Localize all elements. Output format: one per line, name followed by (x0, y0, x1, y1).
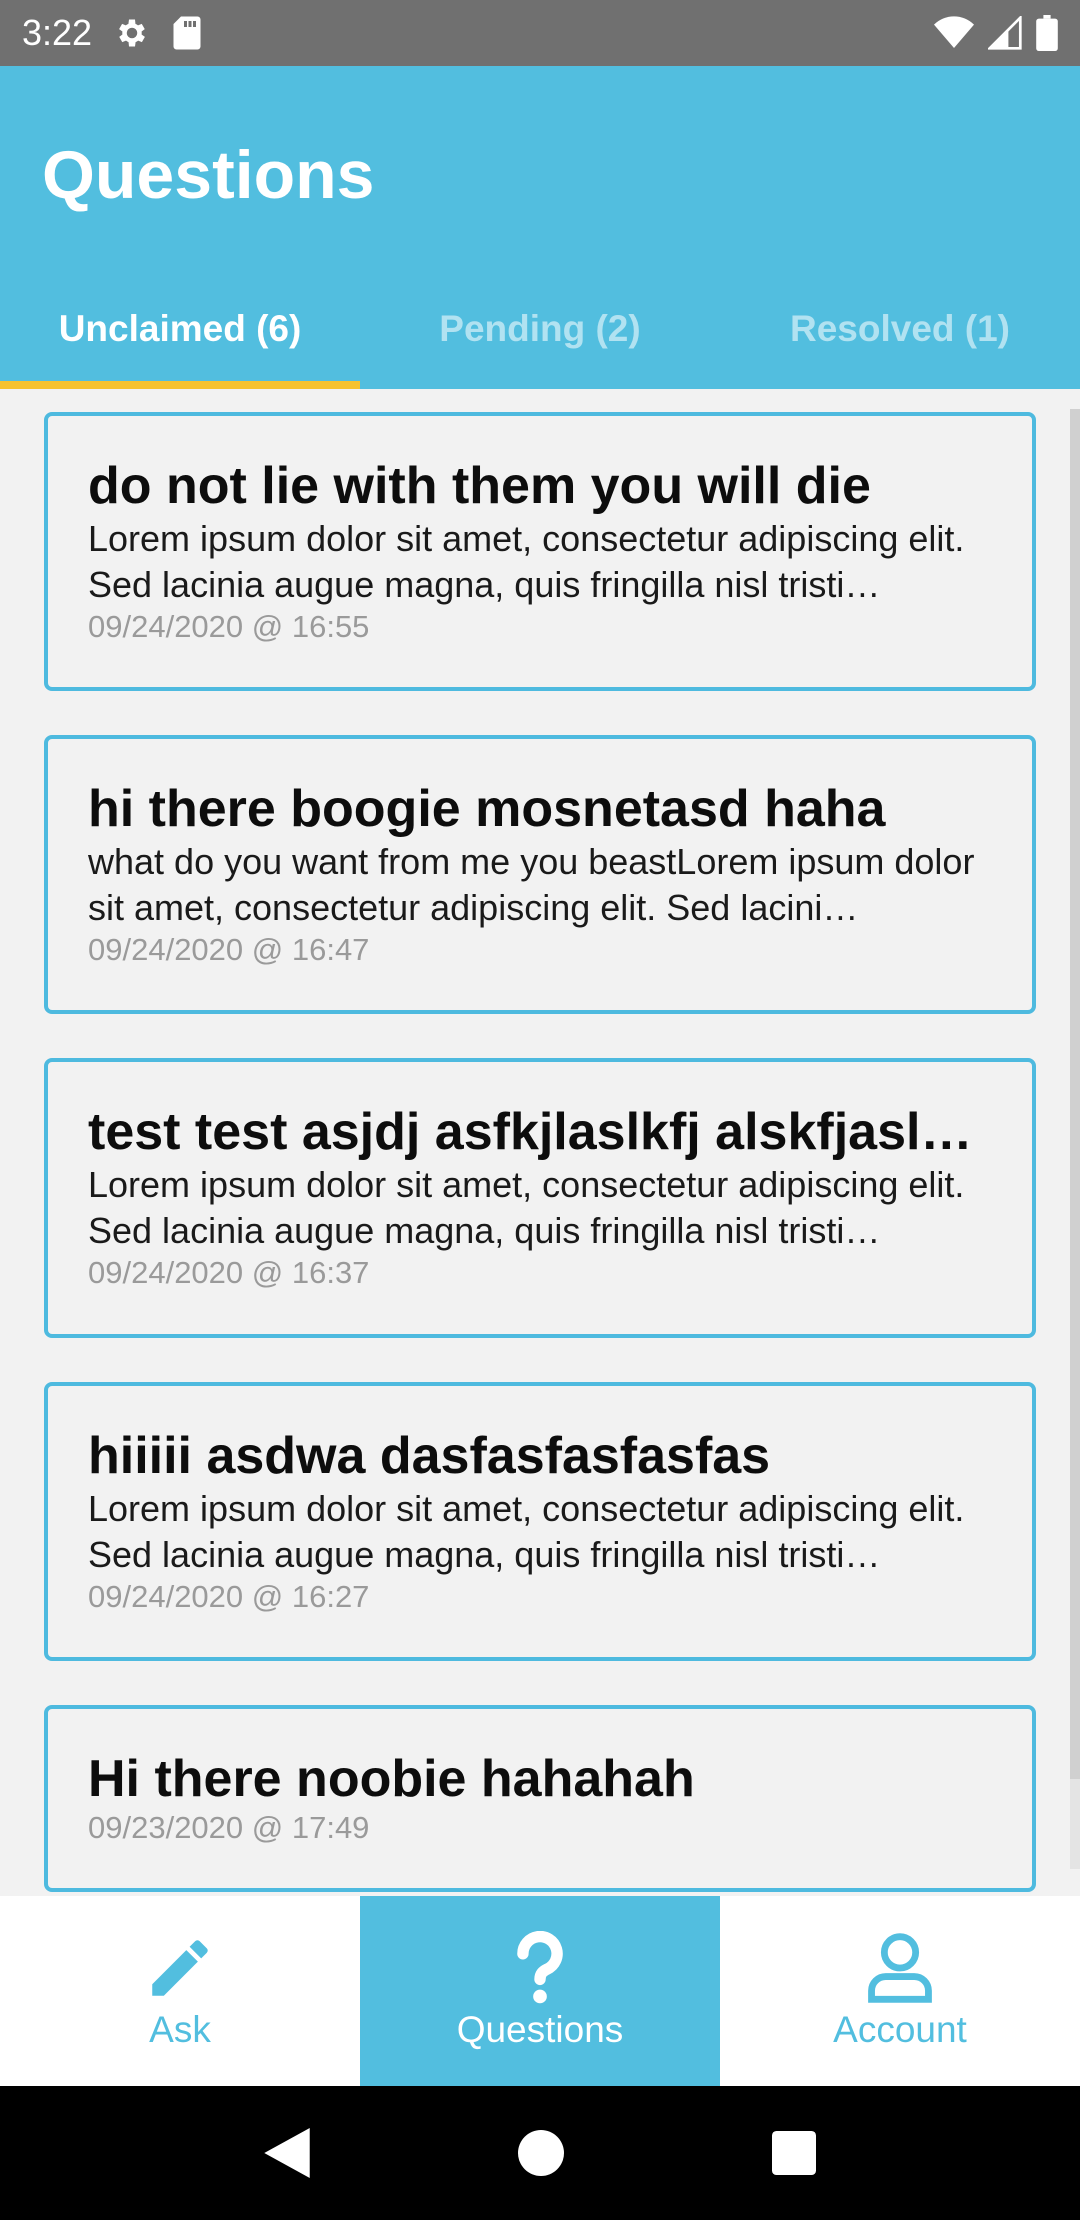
nav-label: Ask (149, 2009, 211, 2050)
question-date: 09/24/2020 @ 16:55 (88, 609, 370, 644)
tab-unclaimed[interactable]: Unclaimed (6) (0, 274, 360, 389)
tab-label: Resolved (1) (789, 308, 1010, 349)
question-icon (505, 1931, 575, 2009)
question-list[interactable]: do not lie with them you will die Lorem … (0, 389, 1080, 1896)
question-card[interactable]: do not lie with them you will die Lorem … (44, 412, 1036, 691)
tab-pending[interactable]: Pending (2) (360, 274, 720, 389)
question-card[interactable]: hiiiii asdwa dasfasfasfasfas Lorem ipsum… (44, 1382, 1036, 1661)
question-body: what do you want from me you beastLorem … (88, 841, 975, 928)
pencil-icon (143, 1931, 217, 2009)
question-title: do not lie with them you will die (88, 457, 871, 515)
tab-bar: Unclaimed (6) Pending (2) Resolved (1) (0, 274, 1080, 389)
page-title: Questions (42, 137, 375, 213)
sd-card-icon (172, 15, 202, 51)
nav-ask[interactable]: Ask (0, 1896, 360, 2086)
question-body: Lorem ipsum dolor sit amet, consectetur … (88, 1164, 965, 1251)
question-date: 09/24/2020 @ 16:37 (88, 1255, 370, 1290)
question-title: hiiiii asdwa dasfasfasfasfas (88, 1427, 771, 1485)
recents-icon[interactable] (772, 2131, 816, 2175)
question-date: 09/24/2020 @ 16:27 (88, 1579, 370, 1614)
question-title: hi there boogie mosnetasd haha (88, 780, 886, 838)
wifi-icon (934, 16, 974, 50)
question-card[interactable]: test test asjdj asfkjlaslkfj alskfjasl… … (44, 1058, 1036, 1338)
question-body: Lorem ipsum dolor sit amet, consectetur … (88, 1488, 965, 1575)
home-icon[interactable] (518, 2130, 564, 2176)
question-body: Lorem ipsum dolor sit amet, consectetur … (88, 518, 965, 605)
tab-indicator (0, 381, 360, 389)
question-date: 09/24/2020 @ 16:47 (88, 932, 370, 967)
nav-questions[interactable]: Questions (360, 1896, 720, 2086)
nav-label: Questions (456, 2009, 624, 2050)
battery-icon (1036, 15, 1058, 51)
tab-resolved[interactable]: Resolved (1) (720, 274, 1080, 389)
account-icon (865, 1931, 935, 2009)
tab-label: Pending (2) (439, 308, 641, 349)
scrollbar-track[interactable] (1070, 409, 1080, 1869)
app-bar: Questions Unclaimed (6) Pending (2) Reso… (0, 66, 1080, 389)
signal-icon (988, 16, 1022, 50)
bottom-nav: Ask Questions Account (0, 1896, 1080, 2086)
settings-icon (114, 15, 150, 51)
back-icon[interactable] (264, 2128, 310, 2178)
question-date: 09/23/2020 @ 17:49 (88, 1810, 370, 1845)
question-title: Hi there noobie hahahah (88, 1750, 695, 1808)
question-card[interactable]: Hi there noobie hahahah 09/23/2020 @ 17:… (44, 1705, 1036, 1892)
scrollbar-thumb[interactable] (1070, 409, 1080, 1779)
nav-account[interactable]: Account (720, 1896, 1080, 2086)
tab-label: Unclaimed (6) (58, 308, 302, 349)
status-time: 3:22 (22, 12, 93, 53)
question-card[interactable]: hi there boogie mosnetasd haha what do y… (44, 735, 1036, 1014)
nav-label: Account (833, 2009, 967, 2050)
system-nav-bar (0, 2086, 1080, 2220)
status-bar: 3:22 (0, 0, 1080, 66)
question-title: test test asjdj asfkjlaslkfj alskfjasl… (88, 1103, 973, 1161)
